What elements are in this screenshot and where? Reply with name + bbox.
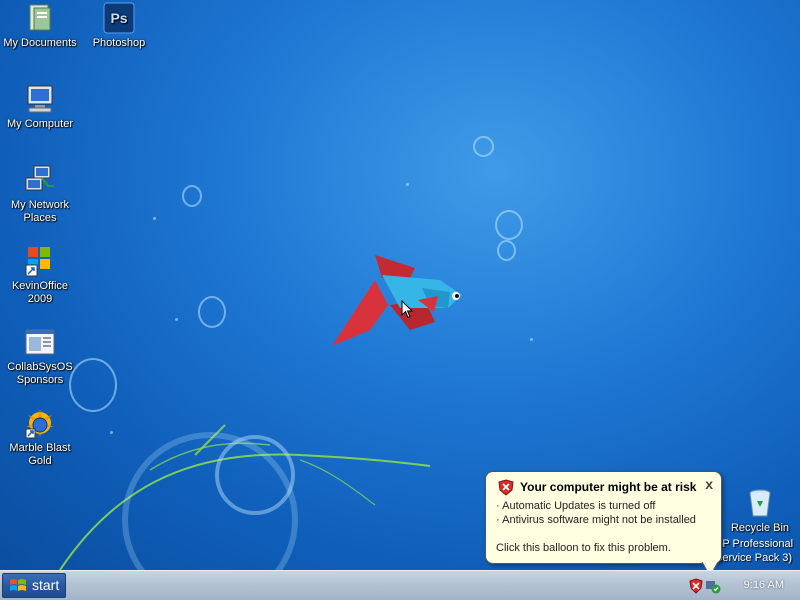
windows-logo-icon	[10, 579, 26, 591]
desktop-icon-collabsysos[interactable]: CollabSysOS Sponsors	[1, 326, 79, 387]
particle	[530, 338, 533, 341]
particle	[153, 217, 156, 220]
balloon-action-link[interactable]: Click this balloon to fix this problem.	[496, 542, 671, 554]
desktop-icon-recycle-bin[interactable]: Recycle Bin	[721, 487, 799, 535]
security-alert-balloon[interactable]: Your computer might be at risk x · Autom…	[485, 471, 722, 564]
desktop-icon-label: My Computer	[6, 118, 74, 130]
close-icon[interactable]: x	[705, 476, 713, 492]
bubble	[473, 136, 494, 157]
photoshop-icon: Ps	[103, 2, 135, 34]
network-status-tray-icon[interactable]	[705, 578, 721, 594]
desktop-icon-label: CollabSysOS Sponsors	[7, 361, 73, 386]
desktop-icon-photoshop[interactable]: Ps Photoshop	[80, 2, 158, 50]
office-icon	[24, 245, 56, 277]
recycle-bin-icon	[744, 487, 776, 519]
bubble	[495, 210, 523, 240]
my-computer-icon	[24, 83, 56, 115]
bubble	[497, 240, 516, 261]
watermark-line: XP Professional	[715, 538, 794, 550]
bubble	[182, 185, 202, 207]
betta-fish-illustration	[332, 255, 462, 346]
mouse-cursor-icon	[401, 300, 413, 319]
system-tray: 9:16 AM	[688, 571, 800, 600]
desktop-icon-network-places[interactable]: My Network Places	[1, 164, 79, 225]
system-clock[interactable]: 9:16 AM	[744, 579, 784, 591]
desktop-icon-label: My Network Places	[10, 199, 70, 224]
desktop-icon-kevinoffice[interactable]: KevinOffice 2009	[1, 245, 79, 306]
os-watermark: XP Professional Service Pack 3)	[715, 537, 800, 565]
watermark-line: Service Pack 3)	[715, 552, 793, 564]
marble-blast-icon	[24, 407, 56, 439]
document-window-icon	[24, 326, 56, 358]
particle	[406, 183, 409, 186]
balloon-bullet: · Antivirus software might not be instal…	[496, 514, 696, 526]
start-label: start	[32, 577, 60, 593]
balloon-bullet: · Automatic Updates is turned off	[496, 500, 656, 512]
desktop-icon-label: Marble Blast Gold	[9, 442, 71, 467]
desktop-icon-marble-blast[interactable]: Marble Blast Gold	[1, 407, 79, 468]
svg-text:Ps: Ps	[110, 10, 127, 26]
desktop-icon-my-documents[interactable]: My Documents	[1, 2, 79, 50]
desktop-icon-label: Photoshop	[92, 37, 146, 49]
desktop-icon-my-computer[interactable]: My Computer	[1, 83, 79, 131]
security-center-tray-icon[interactable]	[688, 578, 704, 594]
particle	[175, 318, 178, 321]
balloon-title: Your computer might be at risk	[520, 480, 697, 494]
network-places-icon	[24, 164, 56, 196]
taskbar: start 9:16 AM	[0, 570, 800, 600]
start-button[interactable]: start	[2, 573, 66, 598]
security-warning-shield-icon	[498, 479, 514, 496]
desktop-icon-label: KevinOffice 2009	[11, 280, 69, 305]
bubble	[198, 296, 226, 328]
desktop-icon-label: My Documents	[3, 37, 77, 49]
desktop-icon-label: Recycle Bin	[730, 522, 790, 534]
particle	[110, 431, 113, 434]
my-documents-icon	[24, 2, 56, 34]
